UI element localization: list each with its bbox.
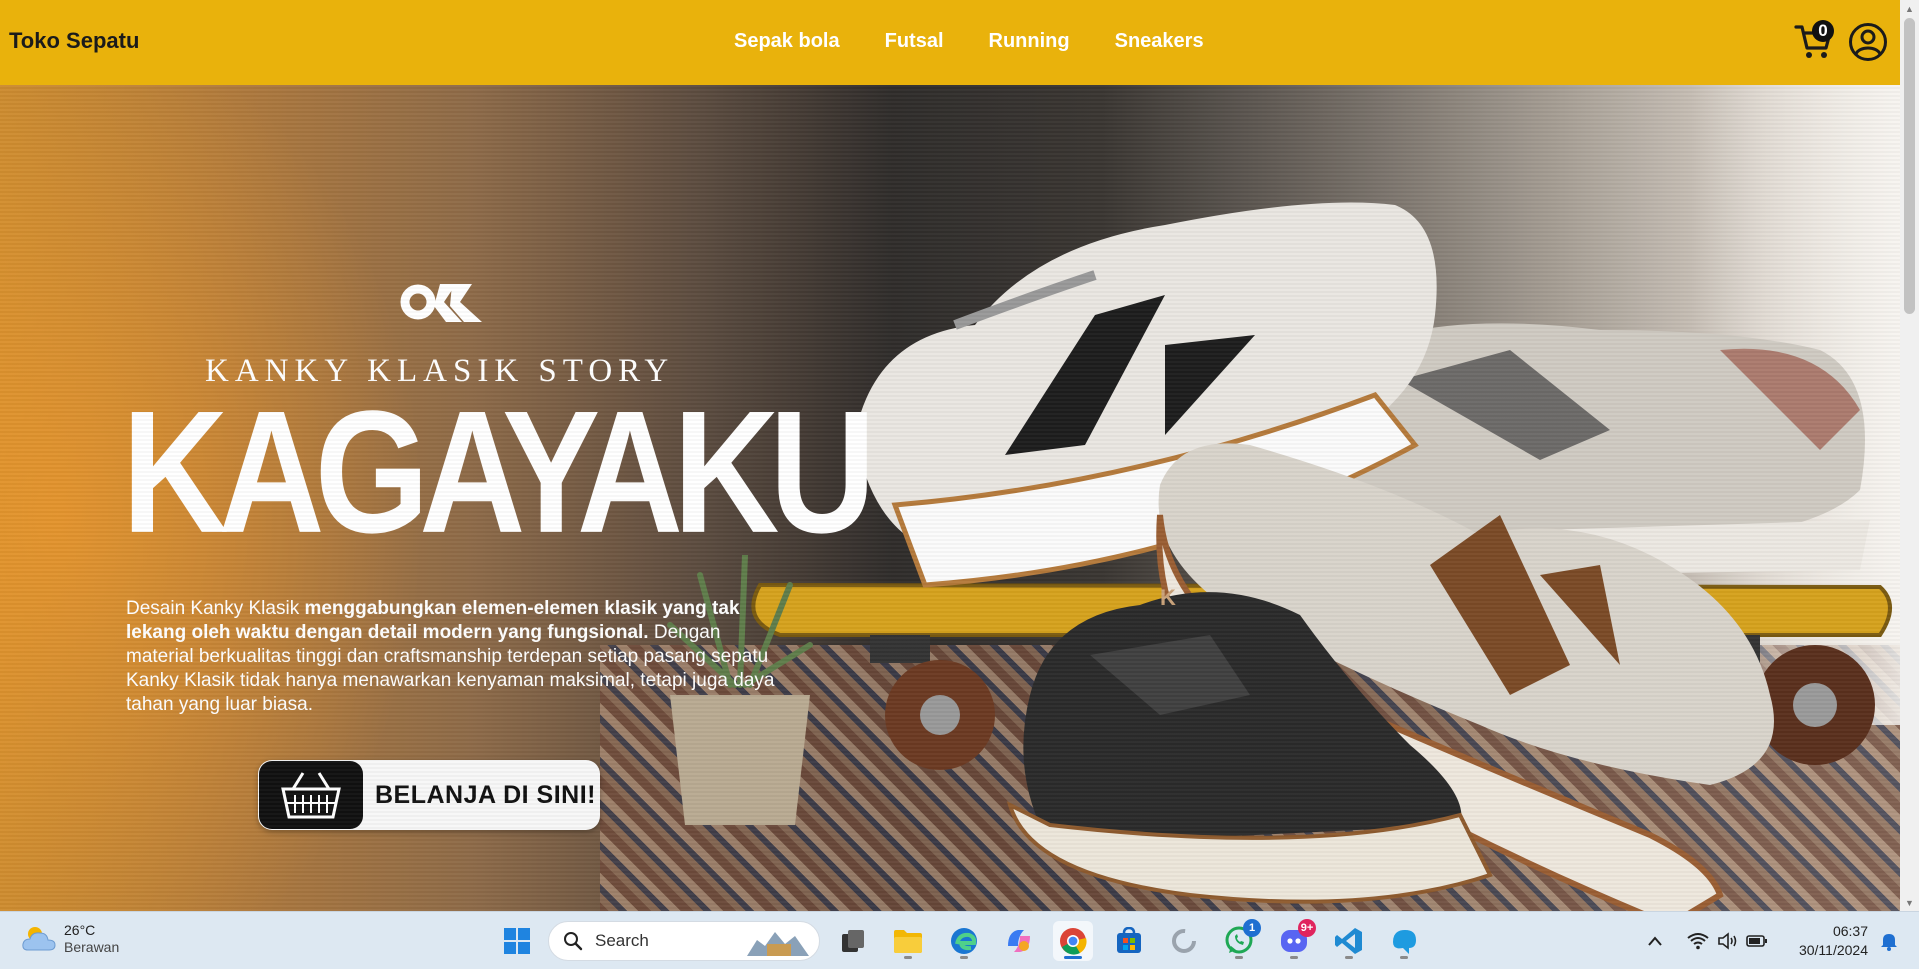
edge-browser-button[interactable]	[944, 921, 984, 961]
discord-button[interactable]: 9+	[1274, 919, 1316, 961]
running-indicator	[1400, 956, 1408, 959]
running-indicator	[904, 956, 912, 959]
taskbar-clock[interactable]: 06:37 30/11/2024	[1784, 922, 1868, 960]
nav-link-sneakers[interactable]: Sneakers	[1115, 30, 1204, 53]
scroll-up-arrow-icon[interactable]: ▲	[1900, 0, 1919, 17]
vscode-button[interactable]	[1329, 921, 1369, 961]
active-indicator	[1064, 956, 1082, 959]
speaker-icon	[1718, 932, 1737, 950]
windows-logo-icon	[504, 928, 530, 954]
battery-icon	[1746, 935, 1767, 947]
edge-icon	[951, 928, 977, 954]
shopping-basket-icon	[259, 761, 363, 829]
volume-button[interactable]	[1713, 921, 1743, 961]
main-nav: Sepak bola Futsal Running Sneakers	[734, 30, 1204, 53]
loading-app-button[interactable]	[1164, 921, 1204, 961]
scrollbar-thumb[interactable]	[1904, 18, 1915, 314]
copilot-icon	[1008, 930, 1030, 952]
shop-here-label: BELANJA DI SINI!	[375, 780, 596, 809]
whatsapp-button[interactable]: 1	[1219, 919, 1261, 961]
microsoft-store-button[interactable]	[1109, 921, 1149, 961]
discord-notification-badge: 9+	[1298, 919, 1316, 937]
shop-here-button[interactable]: BELANJA DI SINI!	[258, 760, 600, 830]
chevron-up-icon	[1648, 936, 1662, 946]
nav-link-running[interactable]: Running	[989, 30, 1070, 53]
task-view-icon	[842, 930, 864, 952]
running-indicator	[1290, 956, 1298, 959]
site-brand[interactable]: Toko Sepatu	[9, 28, 139, 54]
search-icon	[564, 932, 583, 951]
user-account-icon[interactable]	[1848, 22, 1888, 62]
bell-icon	[1881, 934, 1897, 951]
running-indicator	[1345, 956, 1353, 959]
windows-taskbar: 26°C Berawan Search 1 9+ 06:37 30/11/202…	[0, 911, 1919, 969]
cloud-sun-icon	[22, 927, 56, 951]
weather-widget[interactable]: 26°C Berawan	[22, 922, 119, 956]
nav-link-futsal[interactable]: Futsal	[885, 30, 944, 53]
clock-date: 30/11/2024	[1798, 942, 1868, 958]
battery-button[interactable]	[1742, 921, 1772, 961]
search-highlight-image	[747, 932, 809, 956]
wifi-icon	[1687, 933, 1709, 950]
weather-desc: Berawan	[64, 939, 120, 955]
notification-button[interactable]	[1874, 921, 1904, 961]
search-placeholder: Search	[595, 931, 649, 950]
app-button[interactable]	[1384, 921, 1424, 961]
hero-title: KAGAYAKU	[122, 374, 876, 570]
cart-count-badge: 0	[1812, 20, 1834, 42]
weather-text: 26°C Berawan	[64, 922, 119, 956]
running-indicator	[1235, 956, 1243, 959]
page-scrollbar[interactable]: ▲ ▼	[1900, 0, 1919, 911]
kanky-logo	[400, 284, 482, 322]
shoe-black-image: K	[1006, 585, 1493, 904]
running-indicator	[960, 956, 968, 959]
whatsapp-notification-badge: 1	[1243, 919, 1261, 937]
wifi-status-button[interactable]	[1683, 921, 1713, 961]
clock-time: 06:37	[1832, 923, 1868, 939]
folder-icon	[894, 930, 922, 953]
svg-text:K: K	[1160, 585, 1176, 610]
show-hidden-icons-button[interactable]	[1640, 921, 1670, 961]
app-icon	[1393, 930, 1416, 954]
scroll-down-arrow-icon[interactable]: ▼	[1900, 894, 1919, 911]
task-view-button[interactable]	[833, 921, 873, 961]
copilot-button[interactable]	[999, 921, 1039, 961]
hero-description: Desain Kanky Klasik menggabungkan elemen…	[126, 597, 786, 717]
hero-banner: K KANKY KLASIK STORY KAGAYAKU Desain Kan…	[0, 85, 1900, 911]
vscode-icon	[1335, 928, 1362, 954]
chrome-icon	[1060, 928, 1087, 955]
taskbar-search-box[interactable]: Search	[548, 921, 820, 961]
store-icon	[1117, 927, 1141, 953]
site-header: Toko Sepatu Sepak bola Futsal Running Sn…	[0, 0, 1900, 85]
desc-text-1: Desain Kanky Klasik	[126, 598, 305, 619]
file-explorer-button[interactable]	[888, 921, 928, 961]
windows-start-button[interactable]	[497, 921, 537, 961]
chrome-browser-button[interactable]	[1053, 921, 1093, 961]
spinner-icon	[1172, 929, 1196, 953]
weather-temp: 26°C	[64, 922, 96, 938]
nav-link-sepak-bola[interactable]: Sepak bola	[734, 30, 840, 53]
